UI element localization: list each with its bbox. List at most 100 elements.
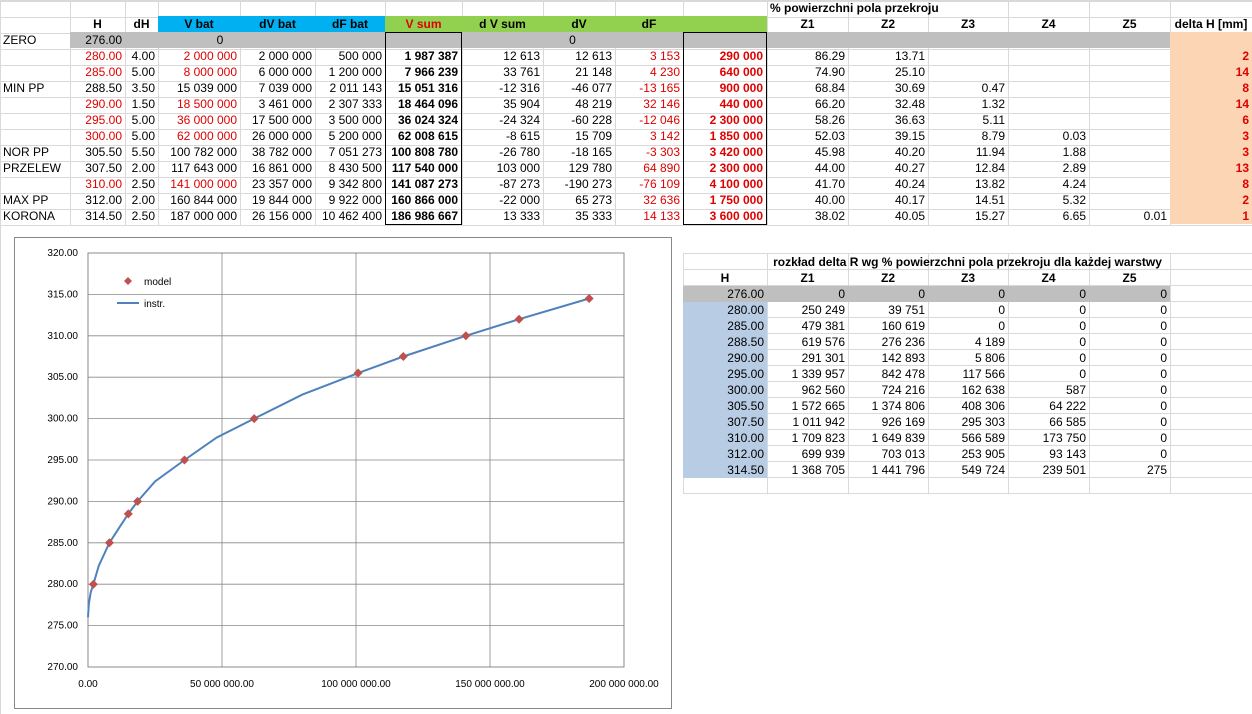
header-2[interactable]: V bat: [158, 16, 240, 32]
cell-z2[interactable]: 40.05: [848, 208, 928, 224]
dist-cell-z5[interactable]: 275: [1089, 462, 1170, 478]
row-label[interactable]: [0, 64, 70, 80]
cell-df[interactable]: 32 636: [615, 192, 683, 208]
cell-box[interactable]: 290 000: [683, 48, 767, 64]
cell-dvbat[interactable]: 2 000 000: [240, 48, 315, 64]
dist-header-4[interactable]: Z4: [1008, 270, 1089, 286]
cell-dH[interactable]: 5.50: [125, 144, 158, 160]
cell-z2[interactable]: 30.69: [848, 80, 928, 96]
dist-cell-H[interactable]: 312.00: [683, 446, 767, 462]
dist-cell-z4[interactable]: 173 750: [1008, 430, 1089, 446]
cell-z1[interactable]: 41.70: [767, 176, 848, 192]
dist-cell-z3[interactable]: 295 303: [928, 414, 1008, 430]
dist-cell-z1[interactable]: 1 368 705: [767, 462, 848, 478]
cell-delta[interactable]: 2: [1170, 192, 1252, 208]
cell-vsum[interactable]: 1 987 387: [385, 48, 462, 64]
cell-vsum[interactable]: 15 051 316: [385, 80, 462, 96]
cell-z2[interactable]: 13.71: [848, 48, 928, 64]
cell-dv[interactable]: -18 165: [543, 144, 615, 160]
cell-dv[interactable]: 48 219: [543, 96, 615, 112]
cell-z4[interactable]: 4.24: [1008, 176, 1089, 192]
cell-z2[interactable]: 36.63: [848, 112, 928, 128]
cell-delta[interactable]: 6: [1170, 112, 1252, 128]
cell-dvbat[interactable]: 26 000 000: [240, 128, 315, 144]
dist-cell-z4[interactable]: 0: [1008, 366, 1089, 382]
cell-vsum[interactable]: 18 464 096: [385, 96, 462, 112]
cell-vbat[interactable]: 62 000 000: [158, 128, 240, 144]
delta-header[interactable]: delta H [mm]: [1170, 16, 1252, 32]
header-blank[interactable]: [683, 16, 767, 32]
cell-z4[interactable]: 1.88: [1008, 144, 1089, 160]
dist-cell-z2[interactable]: 39 751: [848, 302, 928, 318]
dist-cell-z2[interactable]: 842 478: [848, 366, 928, 382]
dist-cell-z5[interactable]: 0: [1089, 398, 1170, 414]
cell-dH[interactable]: 5.00: [125, 64, 158, 80]
cell-z5[interactable]: [1089, 128, 1170, 144]
cell-delta[interactable]: 3: [1170, 128, 1252, 144]
dist-cell-H[interactable]: 276.00: [683, 286, 767, 302]
cell-H[interactable]: 307.50: [70, 160, 125, 176]
dist-cell-z3[interactable]: 408 306: [928, 398, 1008, 414]
row-label[interactable]: [0, 96, 70, 112]
cell-z2[interactable]: 40.27: [848, 160, 928, 176]
cell-delta[interactable]: 8: [1170, 80, 1252, 96]
cell-df[interactable]: 32 146: [615, 96, 683, 112]
cell-dvsum[interactable]: 12 613: [462, 48, 543, 64]
cell-z2[interactable]: 40.20: [848, 144, 928, 160]
cell-dfbat[interactable]: 500 000: [315, 48, 385, 64]
cell-vbat[interactable]: 2 000 000: [158, 48, 240, 64]
cell-vsum[interactable]: 186 986 667: [385, 208, 462, 224]
cell-dvbat[interactable]: 23 357 000: [240, 176, 315, 192]
dist-cell-z5[interactable]: 0: [1089, 446, 1170, 462]
dist-cell-z1[interactable]: 1 709 823: [767, 430, 848, 446]
cell-z5[interactable]: 0.01: [1089, 208, 1170, 224]
cell-z1[interactable]: 44.00: [767, 160, 848, 176]
cell-dvbat[interactable]: 17 500 000: [240, 112, 315, 128]
dist-cell-z2[interactable]: 276 236: [848, 334, 928, 350]
cell-H[interactable]: 314.50: [70, 208, 125, 224]
dist-cell-z1[interactable]: 0: [767, 286, 848, 302]
cell-dfbat[interactable]: 2 307 333: [315, 96, 385, 112]
header-6[interactable]: d V sum: [462, 16, 543, 32]
cell-z3[interactable]: 5.11: [928, 112, 1008, 128]
cell-vbat[interactable]: 141 000 000: [158, 176, 240, 192]
cell-dvbat[interactable]: 6 000 000: [240, 64, 315, 80]
row-label[interactable]: PRZELEW: [0, 160, 70, 176]
cell-H[interactable]: 300.00: [70, 128, 125, 144]
dist-cell-z4[interactable]: 64 222: [1008, 398, 1089, 414]
cell-delta[interactable]: 8: [1170, 176, 1252, 192]
cell-z2[interactable]: 40.17: [848, 192, 928, 208]
cell-z1[interactable]: 40.00: [767, 192, 848, 208]
cell-dH[interactable]: 4.00: [125, 48, 158, 64]
cell-dvsum[interactable]: -26 780: [462, 144, 543, 160]
cell-z5[interactable]: [1089, 48, 1170, 64]
cell-z5[interactable]: [1089, 96, 1170, 112]
cell-vbat[interactable]: 36 000 000: [158, 112, 240, 128]
cell-box[interactable]: 440 000: [683, 96, 767, 112]
cell-z2[interactable]: 40.24: [848, 176, 928, 192]
dist-cell-z2[interactable]: 926 169: [848, 414, 928, 430]
cell-dvsum[interactable]: 35 904: [462, 96, 543, 112]
cell-dvsum[interactable]: 103 000: [462, 160, 543, 176]
cell-dvsum[interactable]: -8 615: [462, 128, 543, 144]
cell-gray[interactable]: [385, 32, 462, 48]
dist-header-1[interactable]: Z1: [767, 270, 848, 286]
header-0[interactable]: H: [70, 16, 125, 32]
cell-dv[interactable]: 65 273: [543, 192, 615, 208]
dist-header-3[interactable]: Z3: [928, 270, 1008, 286]
dist-cell-z4[interactable]: 0: [1008, 302, 1089, 318]
cell-H[interactable]: 290.00: [70, 96, 125, 112]
dist-cell-z4[interactable]: 0: [1008, 334, 1089, 350]
cell-vbat[interactable]: 18 500 000: [158, 96, 240, 112]
dist-cell-z2[interactable]: 724 216: [848, 382, 928, 398]
z-header-3[interactable]: Z4: [1008, 16, 1089, 32]
dist-cell-z3[interactable]: 117 566: [928, 366, 1008, 382]
dist-cell-z2[interactable]: 1 649 839: [848, 430, 928, 446]
cell-z1[interactable]: 66.20: [767, 96, 848, 112]
cell-dH[interactable]: 5.00: [125, 112, 158, 128]
cell-z2[interactable]: 25.10: [848, 64, 928, 80]
dist-cell-z2[interactable]: 703 013: [848, 446, 928, 462]
dist-cell-z1[interactable]: 619 576: [767, 334, 848, 350]
cell-z3[interactable]: 1.32: [928, 96, 1008, 112]
dist-cell-z3[interactable]: 549 724: [928, 462, 1008, 478]
